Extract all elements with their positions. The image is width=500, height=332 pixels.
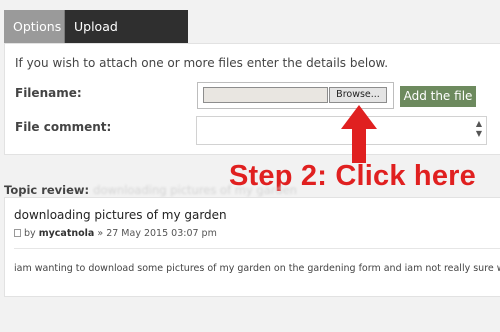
upload-panel: If you wish to attach one or more files … [4,43,500,155]
post-meta-prefix: by [24,228,36,239]
post-body: iam wanting to download some pictures of… [14,263,500,274]
spinner-arrows-icon[interactable]: ▲ ▼ [474,119,484,142]
red-up-arrow-icon [341,105,377,163]
add-file-button[interactable]: Add the file [400,86,476,107]
tab-upload-attachment[interactable]: Upload attachment [65,10,188,67]
topic-review-label: Topic review: [4,183,90,197]
topic-review-heading: Topic review: downloading pictures of my… [4,183,297,197]
filename-label: Filename: [15,86,82,100]
file-comment-label: File comment: [15,120,112,134]
post-date: » 27 May 2015 03:07 pm [97,228,217,239]
tab-bar: Options Upload attachment [4,10,188,67]
post-title[interactable]: downloading pictures of my garden [14,208,227,222]
post-meta: by mycatnola » 27 May 2015 03:07 pm [14,228,217,239]
post-icon [14,229,21,237]
topic-review-blurred-title: downloading pictures of my garden [93,183,297,197]
divider [14,248,500,249]
upload-intro-text: If you wish to attach one or more files … [15,56,389,70]
topic-review-panel: downloading pictures of my garden by myc… [4,197,500,297]
file-path-field[interactable] [203,87,328,103]
browse-button[interactable]: Browse... [329,87,387,103]
tab-options[interactable]: Options [4,10,65,43]
post-author[interactable]: mycatnola [39,228,95,239]
